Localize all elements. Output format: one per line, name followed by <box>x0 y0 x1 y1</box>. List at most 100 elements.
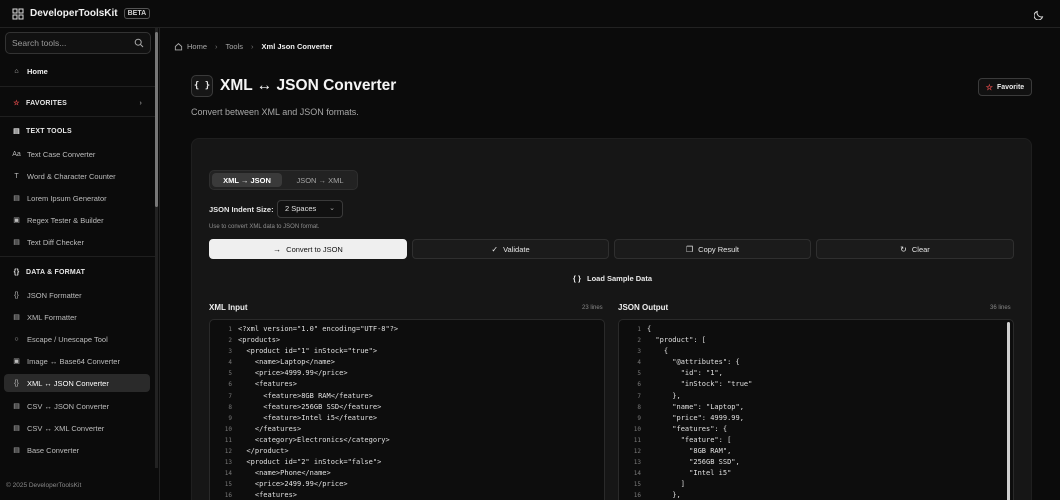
home-icon: ⌂ <box>14 67 19 75</box>
line-number: 15 <box>633 481 641 489</box>
line-number: 6 <box>637 381 641 389</box>
sidebar-item-label: CSV ↔ JSON Converter <box>27 401 110 411</box>
sidebar-item-label: Text Diff Checker <box>27 237 84 247</box>
text-case-icon: Aa <box>12 150 21 158</box>
divider <box>0 86 155 87</box>
sidebar-item-json-formatter[interactable]: {} JSON Formatter <box>4 286 150 304</box>
star-icon: ☆ <box>985 82 993 92</box>
json-output-editor[interactable]: 1 2 3 4 5 6 7 8 9 10 11 12 13 14 15 16 { "product": [ {… <box>618 319 1014 500</box>
moon-icon[interactable] <box>1034 8 1046 20</box>
line-number: 9 <box>637 414 641 422</box>
tab-xml-to-json[interactable]: XML → JSON <box>212 173 282 187</box>
xml-input-editor[interactable]: 1 2 3 4 5 6 7 8 9 10 11 12 13 14 15 16 <?xml version="1… <box>209 319 605 500</box>
refresh-icon: ↻ <box>900 244 907 254</box>
code-line: <feature>Intel i5</feature> <box>238 413 378 422</box>
tab-json-to-xml[interactable]: JSON → XML <box>285 173 355 187</box>
search-box <box>5 32 151 54</box>
star-icon: ☆ <box>13 99 20 107</box>
braces-icon: {} <box>14 379 19 387</box>
code-area[interactable]: { "product": [ { "@attributes": { "id": … <box>647 324 1009 500</box>
sidebar-item-xml-json[interactable]: {} XML ↔ JSON Converter <box>4 374 150 392</box>
sidebar-item-lorem-ipsum[interactable]: ▤ Lorem Ipsum Generator <box>4 189 150 207</box>
line-number: 4 <box>228 359 232 367</box>
sidebar-scrollbar[interactable] <box>155 32 158 207</box>
clear-label: Clear <box>911 244 930 254</box>
code-line: <price>4999.99</price> <box>238 369 348 378</box>
sidebar-item-regex[interactable]: ▣ Regex Tester & Builder <box>4 211 150 229</box>
sidebar-item-home[interactable]: ⌂ Home <box>4 62 150 80</box>
binary-icon: ▤ <box>13 446 20 454</box>
line-number: 11 <box>224 436 232 444</box>
sidebar-item-label: Escape / Unescape Tool <box>27 334 108 344</box>
xml-line-count: 23 lines <box>582 305 603 311</box>
sidebar-item-base-converter[interactable]: ▤ Base Converter <box>4 441 150 459</box>
line-number: 1 <box>228 326 232 333</box>
sidebar-item-csv-xml[interactable]: ▤ CSV ↔ XML Converter <box>4 419 150 437</box>
code-line: "@attributes": { <box>647 358 740 367</box>
sidebar-item-csv-json[interactable]: ▤ CSV ↔ JSON Converter <box>4 397 150 415</box>
favorites-label: FAVORITES <box>26 99 67 107</box>
braces-icon: {} <box>14 291 19 299</box>
sidebar-item-image-base64[interactable]: ▣ Image ↔ Base64 Converter <box>4 352 150 370</box>
file-icon: ▤ <box>13 402 20 410</box>
convert-button[interactable]: → Convert to JSON <box>209 239 407 259</box>
line-numbers: 1 2 3 4 5 6 7 8 9 10 11 12 13 14 15 16 <box>210 324 232 500</box>
copy-label: Copy Result <box>698 244 740 254</box>
line-number: 14 <box>633 470 641 478</box>
clear-button[interactable]: ↻ Clear <box>816 239 1014 259</box>
sidebar-item-label: Lorem Ipsum Generator <box>27 193 107 203</box>
load-sample-button[interactable]: { } Load Sample Data <box>192 274 1033 283</box>
breadcrumb-home[interactable]: Home <box>187 42 207 51</box>
code-line: "8GB RAM", <box>647 447 732 456</box>
top-bar: DeveloperToolsKit BETA <box>0 0 1060 28</box>
convert-label: Convert to JSON <box>286 244 343 254</box>
code-line: <?xml version="1.0" encoding="UTF-8"?> <box>238 325 399 333</box>
indent-select[interactable]: 2 Spaces ⌄ <box>277 200 343 218</box>
sidebar-item-xml-formatter[interactable]: ▤ XML Formatter <box>4 308 150 326</box>
line-number: 6 <box>228 381 232 389</box>
braces-icon: {} <box>13 268 20 276</box>
copy-result-button[interactable]: ❐ Copy Result <box>614 239 811 259</box>
breadcrumb-tools[interactable]: Tools <box>226 42 244 51</box>
favorite-button[interactable]: ☆ Favorite <box>978 78 1032 96</box>
line-number: 8 <box>637 403 641 411</box>
file-code-icon: ▤ <box>13 313 20 321</box>
code-line: <category>Electronics</category> <box>238 435 390 444</box>
validate-button[interactable]: ✓ Validate <box>412 239 609 259</box>
code-line: <feature>8GB RAM</feature> <box>238 391 373 400</box>
chevron-right-icon: › <box>215 42 218 51</box>
line-number: 14 <box>224 470 232 478</box>
escape-icon: ○ <box>14 335 19 343</box>
page-title: XML ↔ JSON Converter <box>220 77 397 94</box>
sidebar-item-text-diff[interactable]: ▤ Text Diff Checker <box>4 233 150 251</box>
diff-icon: ▤ <box>13 238 20 246</box>
sidebar-favorites[interactable]: ☆ FAVORITES › <box>4 95 150 111</box>
sidebar-item-escape[interactable]: ○ Escape / Unescape Tool <box>4 330 150 348</box>
output-scrollbar[interactable] <box>1007 322 1010 500</box>
braces-icon: { } <box>191 75 213 97</box>
file-icon: ▤ <box>13 424 20 432</box>
line-number: 5 <box>228 370 232 378</box>
section-text-tools: ▤ TEXT TOOLS <box>4 123 150 139</box>
line-number: 11 <box>633 436 641 444</box>
mode-toggle: XML → JSON JSON → XML <box>209 170 358 190</box>
sidebar-item-word-counter[interactable]: T Word & Character Counter <box>4 167 150 185</box>
search-input[interactable] <box>12 38 122 48</box>
sidebar-item-text-case[interactable]: Aa Text Case Converter <box>4 145 150 163</box>
sidebar-item-label: XML Formatter <box>27 312 77 322</box>
sample-label: Load Sample Data <box>586 274 653 283</box>
line-number: 16 <box>633 492 641 500</box>
divider <box>0 116 155 117</box>
line-number: 10 <box>224 425 232 433</box>
sidebar-item-label: JSON Formatter <box>27 290 82 300</box>
code-line: <name>Laptop</name> <box>238 358 335 367</box>
brand-name[interactable]: DeveloperToolsKit <box>30 8 118 19</box>
line-number: 9 <box>228 414 232 422</box>
line-number: 5 <box>637 370 641 378</box>
code-area[interactable]: <?xml version="1.0" encoding="UTF-8"?> <p… <box>238 324 600 500</box>
type-icon: T <box>14 172 19 180</box>
code-line: "name": "Laptop", <box>647 402 744 411</box>
sidebar-item-label: Home <box>27 66 48 76</box>
code-line: "Intel i5" <box>647 469 732 478</box>
code-line: <product id="1" inStock="true"> <box>238 347 378 356</box>
